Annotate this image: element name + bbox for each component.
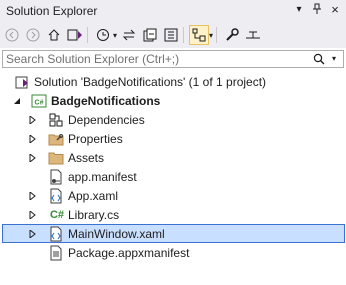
solution-label: Solution 'BadgeNotifications' (1 of 1 pr… bbox=[34, 74, 267, 89]
collapse-all-icon[interactable] bbox=[141, 26, 159, 44]
expand-arrow-icon[interactable] bbox=[28, 134, 38, 144]
tree-row-package-appxmanifest[interactable]: Package.appxmanifest bbox=[0, 243, 346, 262]
manifest-file-icon bbox=[48, 169, 64, 185]
search-box[interactable]: ▾ bbox=[2, 50, 344, 68]
title-bar: Solution Explorer ▾ × bbox=[0, 0, 346, 22]
close-icon[interactable]: × bbox=[328, 3, 342, 17]
tree-row-solution[interactable]: Solution 'BadgeNotifications' (1 of 1 pr… bbox=[0, 72, 346, 91]
tree-item-label: Dependencies bbox=[68, 112, 145, 127]
tree-row-app-xaml[interactable]: App.xaml bbox=[0, 186, 346, 205]
expand-arrow-icon[interactable] bbox=[28, 229, 38, 239]
vs-switch-icon[interactable] bbox=[66, 26, 84, 44]
dependencies-icon bbox=[48, 112, 64, 128]
forward-icon[interactable] bbox=[24, 26, 42, 44]
csharp-file-icon: C# bbox=[49, 208, 65, 221]
tree-item-label: App.xaml bbox=[68, 188, 119, 203]
tree-row-dependencies[interactable]: Dependencies bbox=[0, 110, 346, 129]
search-options-dropdown-icon[interactable]: ▾ bbox=[327, 51, 341, 67]
tree-row-assets[interactable]: Assets bbox=[0, 148, 346, 167]
folder-icon bbox=[48, 150, 64, 166]
home-icon[interactable] bbox=[45, 26, 63, 44]
xaml-file-icon bbox=[48, 188, 64, 204]
tree-row-app-manifest[interactable]: app.manifest bbox=[0, 167, 346, 186]
svg-text:C#: C# bbox=[35, 99, 44, 106]
filter-icon[interactable] bbox=[189, 25, 210, 45]
solution-icon bbox=[15, 74, 31, 90]
search-input[interactable] bbox=[6, 52, 306, 66]
csharp-project-icon: C# bbox=[31, 93, 47, 109]
tree-row-properties[interactable]: Properties bbox=[0, 129, 346, 148]
preview-icon[interactable] bbox=[244, 26, 262, 44]
collapse-arrow-icon[interactable] bbox=[12, 96, 22, 106]
show-all-files-icon[interactable] bbox=[162, 26, 180, 44]
expand-arrow-icon[interactable] bbox=[28, 115, 38, 125]
tree-item-label: Properties bbox=[68, 131, 123, 146]
tree-item-label: app.manifest bbox=[68, 169, 137, 184]
tree-item-label: Assets bbox=[68, 150, 105, 165]
expand-arrow-icon[interactable] bbox=[28, 191, 38, 201]
sync-icon[interactable] bbox=[120, 26, 138, 44]
filter-dropdown-icon[interactable]: ▾ bbox=[209, 31, 213, 40]
tree-row-mainwindow-xaml[interactable]: MainWindow.xaml bbox=[2, 224, 345, 243]
history-dropdown-icon[interactable]: ▾ bbox=[113, 31, 117, 40]
properties-folder-icon bbox=[48, 131, 64, 147]
pin-icon[interactable] bbox=[310, 3, 324, 17]
tree-item-label: Package.appxmanifest bbox=[68, 245, 190, 260]
history-icon[interactable] bbox=[94, 26, 112, 44]
expand-arrow-icon[interactable] bbox=[28, 153, 38, 163]
tree-row-project[interactable]: C# BadgeNotifications bbox=[0, 91, 346, 110]
tree-item-label: MainWindow.xaml bbox=[68, 226, 165, 241]
tree-row-library-cs[interactable]: C# Library.cs bbox=[0, 205, 346, 224]
appxmanifest-file-icon bbox=[48, 245, 64, 261]
properties-icon[interactable] bbox=[223, 26, 241, 44]
project-label: BadgeNotifications bbox=[51, 93, 161, 108]
tree-item-label: Library.cs bbox=[68, 207, 120, 222]
toolbar: ▾ ▾ bbox=[0, 22, 346, 48]
xaml-file-icon bbox=[48, 226, 64, 242]
search-icon[interactable] bbox=[313, 53, 325, 68]
panel-title: Solution Explorer bbox=[6, 4, 98, 18]
back-icon[interactable] bbox=[3, 26, 21, 44]
window-position-dropdown-icon[interactable]: ▾ bbox=[292, 3, 306, 17]
expand-arrow-icon[interactable] bbox=[28, 210, 38, 220]
